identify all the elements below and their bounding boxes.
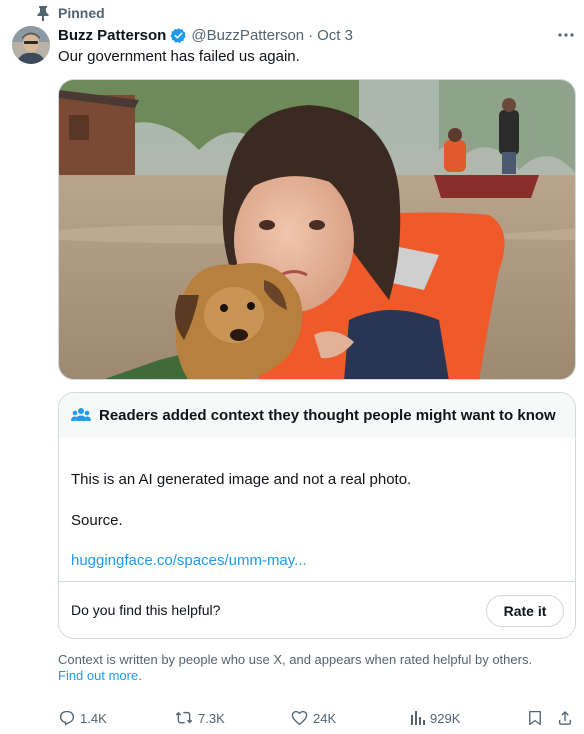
tweet-text: Our government has failed us again. [58, 48, 300, 65]
reply-icon [59, 710, 75, 726]
context-footer: Context is written by people who use X, … [58, 652, 568, 684]
community-note-source-link[interactable]: huggingface.co/spaces/umm-may... [71, 552, 307, 569]
repost-icon [175, 711, 193, 724]
community-note-title: Readers added context they thought peopl… [99, 406, 556, 424]
bookmark-icon [529, 710, 541, 726]
divider [59, 581, 575, 582]
pinned-indicator: Pinned [36, 4, 105, 22]
avatar[interactable] [12, 26, 50, 64]
heart-icon [291, 710, 308, 726]
author-display-name[interactable]: Buzz Patterson [58, 27, 166, 44]
share-button[interactable] [556, 707, 574, 729]
find-out-more-link[interactable]: Find out more [58, 668, 138, 683]
repost-count: 7.3K [198, 710, 225, 726]
like-count: 24K [313, 710, 337, 726]
tweet-image[interactable] [58, 79, 576, 380]
community-note: Readers added context they thought peopl… [58, 392, 576, 639]
pinned-label: Pinned [58, 5, 105, 21]
flood-girl-puppy-image [59, 80, 575, 379]
views-count: 929K [430, 710, 461, 726]
reply-count: 1.4K [80, 710, 107, 726]
share-icon [559, 710, 571, 725]
community-note-source-label: Source. [71, 512, 123, 529]
people-group-icon [71, 408, 91, 421]
views-chart-icon [411, 711, 425, 725]
like-button[interactable]: 24K [290, 707, 336, 729]
community-note-body: This is an AI generated image and not a … [71, 471, 412, 488]
pin-icon [37, 6, 49, 21]
community-note-header: Readers added context they thought peopl… [59, 393, 575, 437]
repost-button[interactable]: 7.3K [174, 707, 225, 729]
header-separator: · [308, 26, 314, 44]
rate-it-button[interactable]: Rate it [486, 595, 564, 627]
more-options-icon [558, 33, 574, 37]
context-footer-text: Context is written by people who use X, … [58, 652, 533, 667]
verified-badge-icon[interactable] [170, 27, 187, 44]
avatar-image [12, 26, 50, 64]
bookmark-button[interactable] [526, 707, 544, 729]
tweet-action-bar: 1.4K 7.3K 24K 929K [58, 707, 576, 729]
views-button[interactable]: 929K [410, 707, 460, 729]
context-footer-period: . [138, 668, 142, 683]
helpful-question: Do you find this helpful? [71, 602, 221, 618]
tweet-header: Buzz Patterson @BuzzPatterson · Oct 3 [58, 25, 353, 45]
author-handle[interactable]: @BuzzPatterson [191, 27, 304, 44]
reply-button[interactable]: 1.4K [58, 707, 107, 729]
more-options-button[interactable] [556, 27, 576, 43]
tweet-date[interactable]: Oct 3 [317, 27, 353, 44]
